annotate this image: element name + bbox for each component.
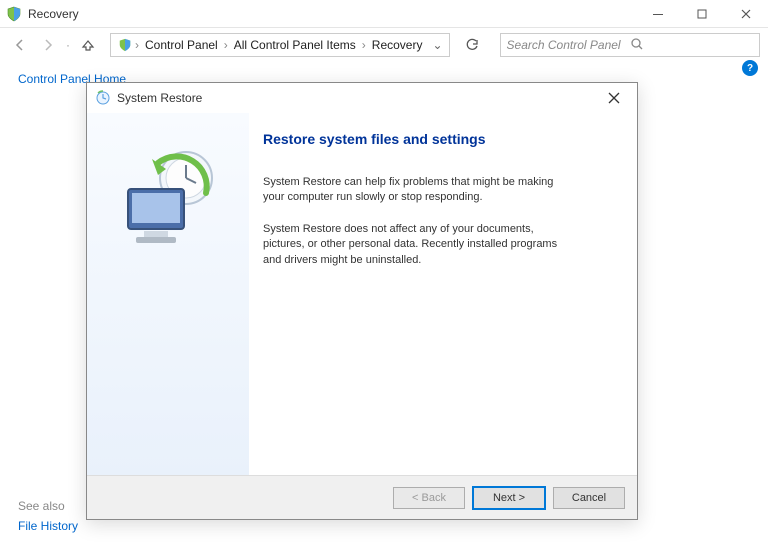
back-button: < Back xyxy=(393,487,465,509)
dialog-paragraph-2: System Restore does not affect any of yo… xyxy=(263,222,563,268)
chevron-right-icon: › xyxy=(133,38,141,52)
system-restore-dialog: System Restore xyxy=(86,82,638,520)
restore-icon xyxy=(95,90,111,106)
forward-button[interactable] xyxy=(36,33,60,57)
titlebar: Recovery xyxy=(0,0,768,28)
dialog-sidebar xyxy=(87,113,249,475)
app-icon xyxy=(6,6,22,22)
search-input[interactable]: Search Control Panel xyxy=(500,33,760,57)
breadcrumb-icon xyxy=(117,37,133,53)
dialog-titlebar: System Restore xyxy=(87,83,637,113)
close-button[interactable] xyxy=(724,0,768,28)
minimize-button[interactable] xyxy=(636,0,680,28)
navbar: · › Control Panel › All Control Panel It… xyxy=(0,28,768,62)
dialog-close-button[interactable] xyxy=(599,86,629,110)
up-button[interactable] xyxy=(76,33,100,57)
crumb-recovery[interactable]: Recovery xyxy=(368,38,427,52)
restore-illustration-icon xyxy=(108,143,228,256)
search-icon xyxy=(630,37,753,54)
next-button[interactable]: Next > xyxy=(473,487,545,509)
chevron-right-icon: › xyxy=(360,38,368,52)
maximize-button[interactable] xyxy=(680,0,724,28)
search-placeholder: Search Control Panel xyxy=(507,38,630,52)
window-title: Recovery xyxy=(28,7,79,21)
refresh-button[interactable] xyxy=(460,33,484,57)
back-button[interactable] xyxy=(8,33,32,57)
dialog-title: System Restore xyxy=(117,91,202,105)
breadcrumb[interactable]: › Control Panel › All Control Panel Item… xyxy=(110,33,450,57)
chevron-down-icon[interactable]: ⌄ xyxy=(426,38,442,52)
chevron-right-icon: › xyxy=(222,38,230,52)
dialog-paragraph-1: System Restore can help fix problems tha… xyxy=(263,175,563,206)
dialog-footer: < Back Next > Cancel xyxy=(87,475,637,519)
crumb-control-panel[interactable]: Control Panel xyxy=(141,38,222,52)
crumb-all-items[interactable]: All Control Panel Items xyxy=(230,38,360,52)
file-history-link[interactable]: File History xyxy=(18,519,78,533)
dialog-heading: Restore system files and settings xyxy=(263,131,613,147)
see-also-label: See also xyxy=(18,499,65,513)
cancel-button[interactable]: Cancel xyxy=(553,487,625,509)
